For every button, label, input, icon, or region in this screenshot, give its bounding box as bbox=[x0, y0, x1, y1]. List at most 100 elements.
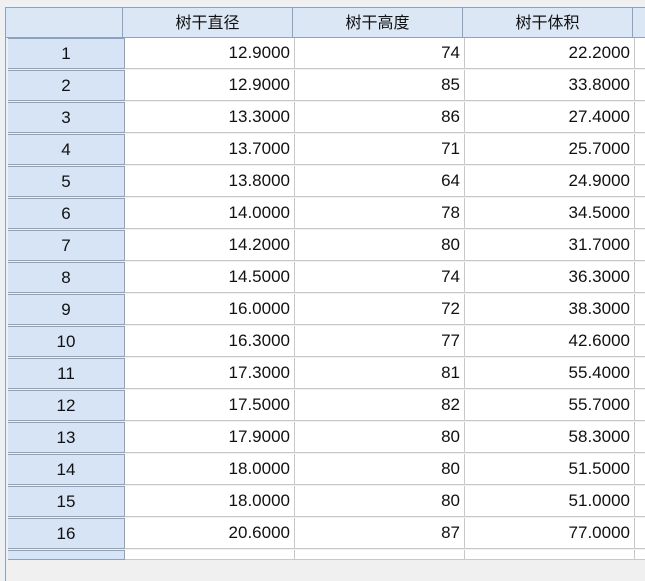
diameter-cell[interactable]: 13.8000 bbox=[125, 166, 295, 197]
volume-cell[interactable]: 24.9000 bbox=[465, 166, 635, 197]
diameter-cell[interactable]: 17.3000 bbox=[125, 358, 295, 389]
column-header-diameter[interactable]: 树干直径 bbox=[123, 7, 293, 38]
diameter-cell[interactable]: 13.7000 bbox=[125, 134, 295, 165]
next-column-cell[interactable] bbox=[635, 102, 645, 133]
diameter-cell[interactable]: 12.9000 bbox=[125, 38, 295, 69]
table-row: 8 14.5000 74 36.3000 bbox=[6, 262, 645, 293]
next-column-cell[interactable] bbox=[635, 326, 645, 357]
height-cell[interactable]: 85 bbox=[295, 70, 465, 101]
height-cell[interactable]: 74 bbox=[295, 38, 465, 69]
diameter-cell[interactable] bbox=[125, 550, 295, 560]
row-number-cell[interactable]: 6 bbox=[8, 198, 125, 229]
table-row: 13 17.9000 80 58.3000 bbox=[6, 422, 645, 453]
next-column-cell[interactable] bbox=[635, 390, 645, 421]
diameter-cell[interactable]: 17.9000 bbox=[125, 422, 295, 453]
next-column-cell[interactable] bbox=[635, 230, 645, 261]
volume-cell[interactable]: 77.0000 bbox=[465, 518, 635, 549]
height-cell[interactable]: 86 bbox=[295, 102, 465, 133]
data-grid: 树干直径 树干高度 树干体积 1 12.9000 74 22.2000 2 12.9000… bbox=[5, 7, 645, 581]
row-number-cell[interactable]: 17 bbox=[8, 550, 125, 560]
volume-cell[interactable]: 55.4000 bbox=[465, 358, 635, 389]
diameter-cell[interactable]: 18.0000 bbox=[125, 454, 295, 485]
next-column-cell[interactable] bbox=[635, 294, 645, 325]
height-cell[interactable]: 77 bbox=[295, 326, 465, 357]
diameter-cell[interactable]: 14.2000 bbox=[125, 230, 295, 261]
volume-cell[interactable]: 51.0000 bbox=[465, 486, 635, 517]
diameter-cell[interactable]: 18.0000 bbox=[125, 486, 295, 517]
volume-cell[interactable]: 34.5000 bbox=[465, 198, 635, 229]
volume-cell[interactable]: 31.7000 bbox=[465, 230, 635, 261]
volume-cell[interactable]: 58.3000 bbox=[465, 422, 635, 453]
height-cell[interactable]: 71 bbox=[295, 134, 465, 165]
height-cell[interactable]: 74 bbox=[295, 262, 465, 293]
next-column-cell[interactable] bbox=[635, 198, 645, 229]
row-number-cell[interactable]: 13 bbox=[8, 422, 125, 453]
row-number-cell[interactable]: 10 bbox=[8, 326, 125, 357]
volume-cell[interactable]: 36.3000 bbox=[465, 262, 635, 293]
row-number-cell[interactable]: 5 bbox=[8, 166, 125, 197]
height-cell[interactable]: 80 bbox=[295, 454, 465, 485]
row-number-cell[interactable]: 7 bbox=[8, 230, 125, 261]
next-column-cell[interactable] bbox=[635, 38, 645, 69]
volume-cell[interactable]: 55.7000 bbox=[465, 390, 635, 421]
height-cell[interactable] bbox=[295, 550, 465, 560]
diameter-cell[interactable]: 16.3000 bbox=[125, 326, 295, 357]
height-cell[interactable]: 82 bbox=[295, 390, 465, 421]
corner-cell[interactable] bbox=[6, 7, 123, 38]
row-number-cell[interactable]: 14 bbox=[8, 454, 125, 485]
row-number-cell[interactable]: 9 bbox=[8, 294, 125, 325]
next-column-cell[interactable] bbox=[635, 358, 645, 389]
row-number-cell[interactable]: 11 bbox=[8, 358, 125, 389]
row-number-cell[interactable]: 4 bbox=[8, 134, 125, 165]
next-column-cell[interactable] bbox=[635, 134, 645, 165]
diameter-cell[interactable]: 14.5000 bbox=[125, 262, 295, 293]
table-row: 9 16.0000 72 38.3000 bbox=[6, 294, 645, 325]
volume-cell[interactable]: 38.3000 bbox=[465, 294, 635, 325]
next-column-cell[interactable] bbox=[635, 518, 645, 549]
column-header-next[interactable] bbox=[633, 7, 645, 38]
height-cell[interactable]: 81 bbox=[295, 358, 465, 389]
diameter-cell[interactable]: 17.5000 bbox=[125, 390, 295, 421]
height-cell[interactable]: 78 bbox=[295, 198, 465, 229]
next-column-cell[interactable] bbox=[635, 486, 645, 517]
next-column-cell[interactable] bbox=[635, 166, 645, 197]
column-header-height[interactable]: 树干高度 bbox=[293, 7, 463, 38]
next-column-cell[interactable] bbox=[635, 422, 645, 453]
table-row: 2 12.9000 85 33.8000 bbox=[6, 70, 645, 101]
diameter-cell[interactable]: 13.3000 bbox=[125, 102, 295, 133]
table-row: 10 16.3000 77 42.6000 bbox=[6, 326, 645, 357]
volume-cell[interactable] bbox=[465, 550, 635, 560]
volume-cell[interactable]: 42.6000 bbox=[465, 326, 635, 357]
column-header-volume[interactable]: 树干体积 bbox=[463, 7, 633, 38]
table-row: 12 17.5000 82 55.7000 bbox=[6, 390, 645, 421]
header-row: 树干直径 树干高度 树干体积 bbox=[6, 7, 645, 38]
table-row: 6 14.0000 78 34.5000 bbox=[6, 198, 645, 229]
next-column-cell[interactable] bbox=[635, 454, 645, 485]
volume-cell[interactable]: 25.7000 bbox=[465, 134, 635, 165]
volume-cell[interactable]: 27.4000 bbox=[465, 102, 635, 133]
row-number-cell[interactable]: 1 bbox=[8, 38, 125, 69]
diameter-cell[interactable]: 20.6000 bbox=[125, 518, 295, 549]
row-number-cell[interactable]: 3 bbox=[8, 102, 125, 133]
row-number-cell[interactable]: 8 bbox=[8, 262, 125, 293]
height-cell[interactable]: 72 bbox=[295, 294, 465, 325]
height-cell[interactable]: 80 bbox=[295, 422, 465, 453]
volume-cell[interactable]: 51.5000 bbox=[465, 454, 635, 485]
diameter-cell[interactable]: 14.0000 bbox=[125, 198, 295, 229]
row-number-cell[interactable]: 12 bbox=[8, 390, 125, 421]
height-cell[interactable]: 64 bbox=[295, 166, 465, 197]
next-column-cell[interactable] bbox=[635, 550, 645, 560]
next-column-cell[interactable] bbox=[635, 70, 645, 101]
volume-cell[interactable]: 33.8000 bbox=[465, 70, 635, 101]
height-cell[interactable]: 80 bbox=[295, 486, 465, 517]
diameter-cell[interactable]: 16.0000 bbox=[125, 294, 295, 325]
row-number-cell[interactable]: 16 bbox=[8, 518, 125, 549]
volume-cell[interactable]: 22.2000 bbox=[465, 38, 635, 69]
height-cell[interactable]: 87 bbox=[295, 518, 465, 549]
row-number-cell[interactable]: 15 bbox=[8, 486, 125, 517]
table-row: 11 17.3000 81 55.4000 bbox=[6, 358, 645, 389]
diameter-cell[interactable]: 12.9000 bbox=[125, 70, 295, 101]
next-column-cell[interactable] bbox=[635, 262, 645, 293]
row-number-cell[interactable]: 2 bbox=[8, 70, 125, 101]
height-cell[interactable]: 80 bbox=[295, 230, 465, 261]
